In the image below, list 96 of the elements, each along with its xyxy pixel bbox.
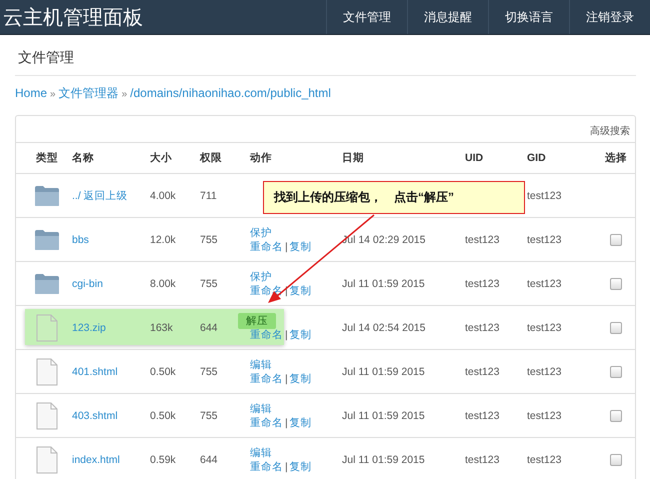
gid-cell-text: test123	[527, 366, 562, 378]
size-cell-text: 0.59k	[150, 454, 177, 466]
permission-cell-text: 755	[200, 278, 219, 290]
date-cell-text: Jul 11 01:59 2015	[342, 366, 426, 378]
file-icon	[36, 314, 58, 342]
action-link[interactable]: 保护	[250, 270, 272, 282]
action-link[interactable]: 解压	[238, 312, 276, 328]
app-title: 云主机管理面板	[2, 6, 143, 30]
file-name-link[interactable]: cgi-bin	[72, 278, 150, 290]
gid-cell-text: test123	[527, 278, 562, 290]
rename-link[interactable]: 重命名	[250, 240, 283, 254]
action-link[interactable]: 编辑	[250, 446, 272, 458]
uid-cell-text: test123	[465, 454, 500, 466]
size-cell-text: 4.00k	[150, 190, 177, 202]
copy-link[interactable]: 复制	[290, 284, 312, 298]
file-icon	[36, 402, 58, 430]
file-name-link[interactable]: index.html	[72, 454, 150, 466]
date-cell-text: Jul 11 01:59 2015	[342, 278, 426, 290]
rename-link[interactable]: 重命名	[250, 460, 283, 474]
uid-cell-text: test123	[465, 234, 500, 246]
column-header: 动作	[250, 151, 273, 165]
permission-cell-text: 711	[200, 190, 218, 202]
callout-box: 找到上传的压缩包， 点击“解压”	[263, 181, 525, 214]
breadcrumb-link[interactable]: /domains/nihaonihao.com/public_html	[130, 86, 331, 100]
folder-icon	[34, 272, 60, 294]
size-cell-text: 0.50k	[150, 410, 177, 422]
copy-link[interactable]: 复制	[290, 240, 312, 254]
gid-cell-text: test123	[527, 454, 562, 466]
gid-cell-text: test123	[527, 234, 562, 246]
link-separator: |	[285, 240, 288, 254]
action-link[interactable]: 保护	[250, 226, 272, 238]
size-cell-text: 0.50k	[150, 366, 177, 378]
action-link[interactable]: 编辑	[250, 402, 272, 414]
date-cell-text: Jul 11 01:59 2015	[342, 410, 426, 422]
file-name-link[interactable]: 403.shtml	[72, 410, 150, 422]
uid-cell-text: test123	[465, 366, 500, 378]
copy-link[interactable]: 复制	[290, 328, 312, 342]
link-separator: |	[285, 328, 288, 342]
select-checkbox[interactable]	[610, 234, 622, 246]
copy-link[interactable]: 复制	[290, 416, 312, 430]
column-header: 类型	[35, 151, 59, 165]
nav-link[interactable]: 消息提醒	[407, 0, 488, 34]
link-separator: |	[285, 416, 288, 430]
uid-cell-text: test123	[465, 410, 500, 422]
advanced-search-link[interactable]: 高级搜索	[590, 126, 630, 137]
column-header: 日期	[342, 151, 365, 165]
date-cell-text: Jul 14 02:54 2015	[342, 322, 426, 334]
uid-cell-text: test123	[465, 322, 500, 334]
column-header: UID	[465, 152, 484, 164]
file-name-link[interactable]: 123.zip	[72, 322, 150, 334]
breadcrumb-link[interactable]: Home	[15, 86, 48, 100]
permission-cell-text: 755	[200, 366, 219, 378]
permission-cell-text: 644	[200, 454, 219, 466]
nav-link[interactable]: 注销登录	[569, 0, 650, 34]
file-name-link[interactable]: bbs	[72, 234, 150, 246]
column-header: 大小	[150, 151, 173, 165]
file-name-link[interactable]: ../ 返回上级	[72, 188, 150, 202]
nav-link[interactable]: 切换语言	[488, 0, 569, 34]
gid-cell-text: test123	[527, 410, 562, 422]
size-cell-text: 163k	[150, 322, 174, 334]
gid-cell-text: test123	[527, 322, 562, 334]
column-header: GID	[527, 152, 547, 164]
permission-cell-text: 755	[200, 234, 219, 246]
folder-icon	[34, 184, 60, 206]
select-checkbox[interactable]	[610, 366, 622, 378]
date-cell-text: Jul 11 01:59 2015	[342, 454, 426, 466]
rename-link[interactable]: 重命名	[250, 372, 283, 386]
permission-cell-text: 755	[200, 410, 219, 422]
copy-link[interactable]: 复制	[290, 460, 312, 474]
link-separator: |	[285, 460, 288, 474]
column-header: 选择	[604, 151, 628, 165]
breadcrumb-link[interactable]: 文件管理器	[58, 85, 119, 102]
file-name-link[interactable]: 401.shtml	[72, 366, 150, 378]
folder-icon	[34, 228, 60, 250]
select-checkbox[interactable]	[610, 278, 622, 290]
gid-cell-text: test123	[527, 190, 562, 202]
column-header: 名称	[72, 151, 95, 165]
select-checkbox[interactable]	[610, 410, 622, 422]
rename-link[interactable]: 重命名	[250, 416, 283, 430]
link-separator: |	[285, 372, 288, 386]
permission-cell-text: 644	[200, 322, 219, 334]
file-icon	[36, 358, 58, 386]
breadcrumb-separator: »	[122, 89, 128, 100]
select-checkbox[interactable]	[610, 322, 622, 334]
rename-link[interactable]: 重命名	[250, 328, 283, 342]
copy-link[interactable]: 复制	[290, 372, 312, 386]
select-checkbox[interactable]	[610, 454, 622, 466]
file-icon	[36, 446, 58, 474]
nav-link[interactable]: 文件管理	[326, 0, 407, 34]
page-title: 文件管理	[15, 35, 636, 76]
size-cell-text: 12.0k	[150, 234, 177, 246]
size-cell-text: 8.00k	[150, 278, 177, 290]
breadcrumb-separator: »	[50, 89, 56, 100]
action-link[interactable]: 编辑	[250, 358, 272, 370]
uid-cell-text: test123	[465, 278, 500, 290]
column-header: 权限	[200, 151, 223, 165]
